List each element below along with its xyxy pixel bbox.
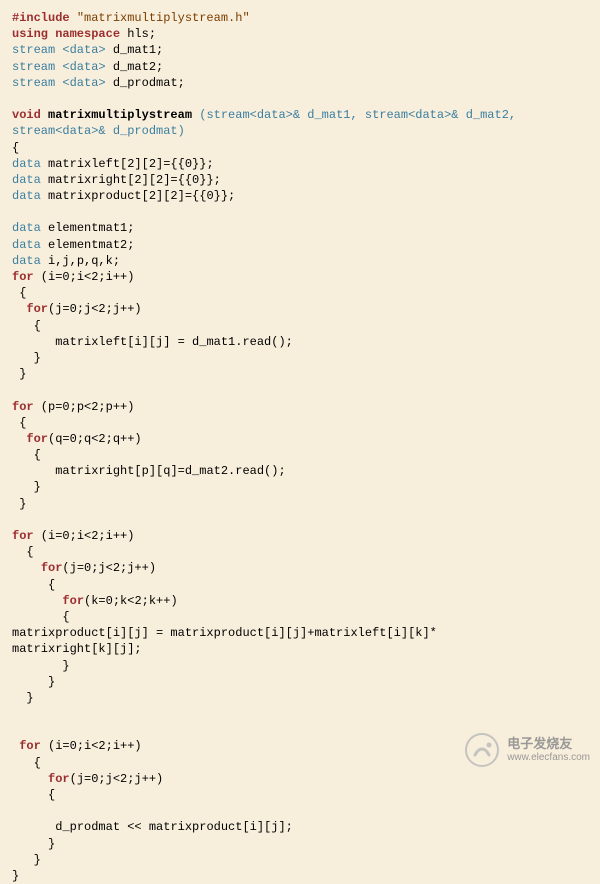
decl: matrixleft[2][2]={{0}}; [48, 157, 214, 171]
brace-close: } [19, 497, 26, 511]
type-decl: stream <data> [12, 76, 106, 90]
watermark-site-name: 电子发烧友 [507, 737, 572, 751]
stmt: d_prodmat << matrixproduct[i][j]; [55, 820, 293, 834]
data-kw: data [12, 254, 41, 268]
stmt: matrixproduct[i][j] = matrixproduct[i][j… [12, 626, 437, 640]
data-kw: data [12, 221, 41, 235]
brace-close: } [26, 691, 33, 705]
brace-close: } [62, 659, 69, 673]
data-kw: data [12, 173, 41, 187]
brace-open: { [62, 610, 69, 624]
for-kw: for [12, 400, 34, 414]
for-kw: for [26, 432, 48, 446]
brace-close: } [34, 853, 41, 867]
function-sig2: stream<data>& d_prodmat) [12, 124, 185, 138]
brace-open: { [34, 448, 41, 462]
decl: i,j,p,q,k; [48, 254, 120, 268]
stmt: matrixright[p][q]=d_mat2.read(); [55, 464, 285, 478]
brace-close: } [19, 367, 26, 381]
for-cond: (j=0;j<2;j++) [70, 772, 164, 786]
brace-close: } [34, 351, 41, 365]
for-cond: (q=0;q<2;q++) [48, 432, 142, 446]
for-cond: (p=0;p<2;p++) [34, 400, 135, 414]
logo-icon [465, 733, 499, 767]
brace-open: { [34, 319, 41, 333]
for-cond: (i=0;i<2;i++) [34, 270, 135, 284]
brace-open: { [26, 545, 33, 559]
function-name: matrixmultiplystream [48, 108, 192, 122]
decl: elementmat2; [48, 238, 134, 252]
for-kw: for [26, 302, 48, 316]
data-kw: data [12, 238, 41, 252]
brace-close: } [48, 837, 55, 851]
brace-open: { [19, 286, 26, 300]
type-decl: stream <data> [12, 60, 106, 74]
brace-open: { [48, 788, 55, 802]
for-cond: (i=0;i<2;i++) [34, 529, 135, 543]
var-id: d_prodmat; [113, 76, 185, 90]
for-kw: for [12, 529, 34, 543]
data-kw: data [12, 189, 41, 203]
void-kw: void [12, 108, 41, 122]
for-cond: (j=0;j<2;j++) [48, 302, 142, 316]
using-kw: using namespace [12, 27, 120, 41]
watermark-url: www.elecfans.com [507, 752, 590, 763]
for-kw: for [62, 594, 84, 608]
brace-open: { [48, 578, 55, 592]
brace-open: { [19, 416, 26, 430]
preprocessor-kw: #include [12, 11, 70, 25]
var-id: d_mat1; [113, 43, 163, 57]
for-kw: for [19, 739, 41, 753]
data-kw: data [12, 157, 41, 171]
function-sig1: (stream<data>& d_mat1, stream<data>& d_m… [192, 108, 516, 122]
decl: matrixproduct[2][2]={{0}}; [48, 189, 235, 203]
brace-close: } [48, 675, 55, 689]
for-kw: for [48, 772, 70, 786]
decl: matrixright[2][2]={{0}}; [48, 173, 221, 187]
brace-open: { [34, 756, 41, 770]
namespace-id: hls; [127, 27, 156, 41]
type-decl: stream <data> [12, 43, 106, 57]
for-kw: for [12, 270, 34, 284]
brace-close: } [34, 480, 41, 494]
include-string: "matrixmultiplystream.h" [77, 11, 250, 25]
watermark-logo: 电子发烧友 www.elecfans.com [465, 733, 590, 767]
stmt: matrixright[k][j]; [12, 642, 142, 656]
for-cond: (j=0;j<2;j++) [62, 561, 156, 575]
for-cond: (i=0;i<2;i++) [41, 739, 142, 753]
for-kw: for [41, 561, 63, 575]
brace-open: { [12, 141, 19, 155]
var-id: d_mat2; [113, 60, 163, 74]
decl: elementmat1; [48, 221, 134, 235]
for-cond: (k=0;k<2;k++) [84, 594, 178, 608]
stmt: matrixleft[i][j] = d_mat1.read(); [55, 335, 293, 349]
brace-close: } [12, 869, 19, 883]
